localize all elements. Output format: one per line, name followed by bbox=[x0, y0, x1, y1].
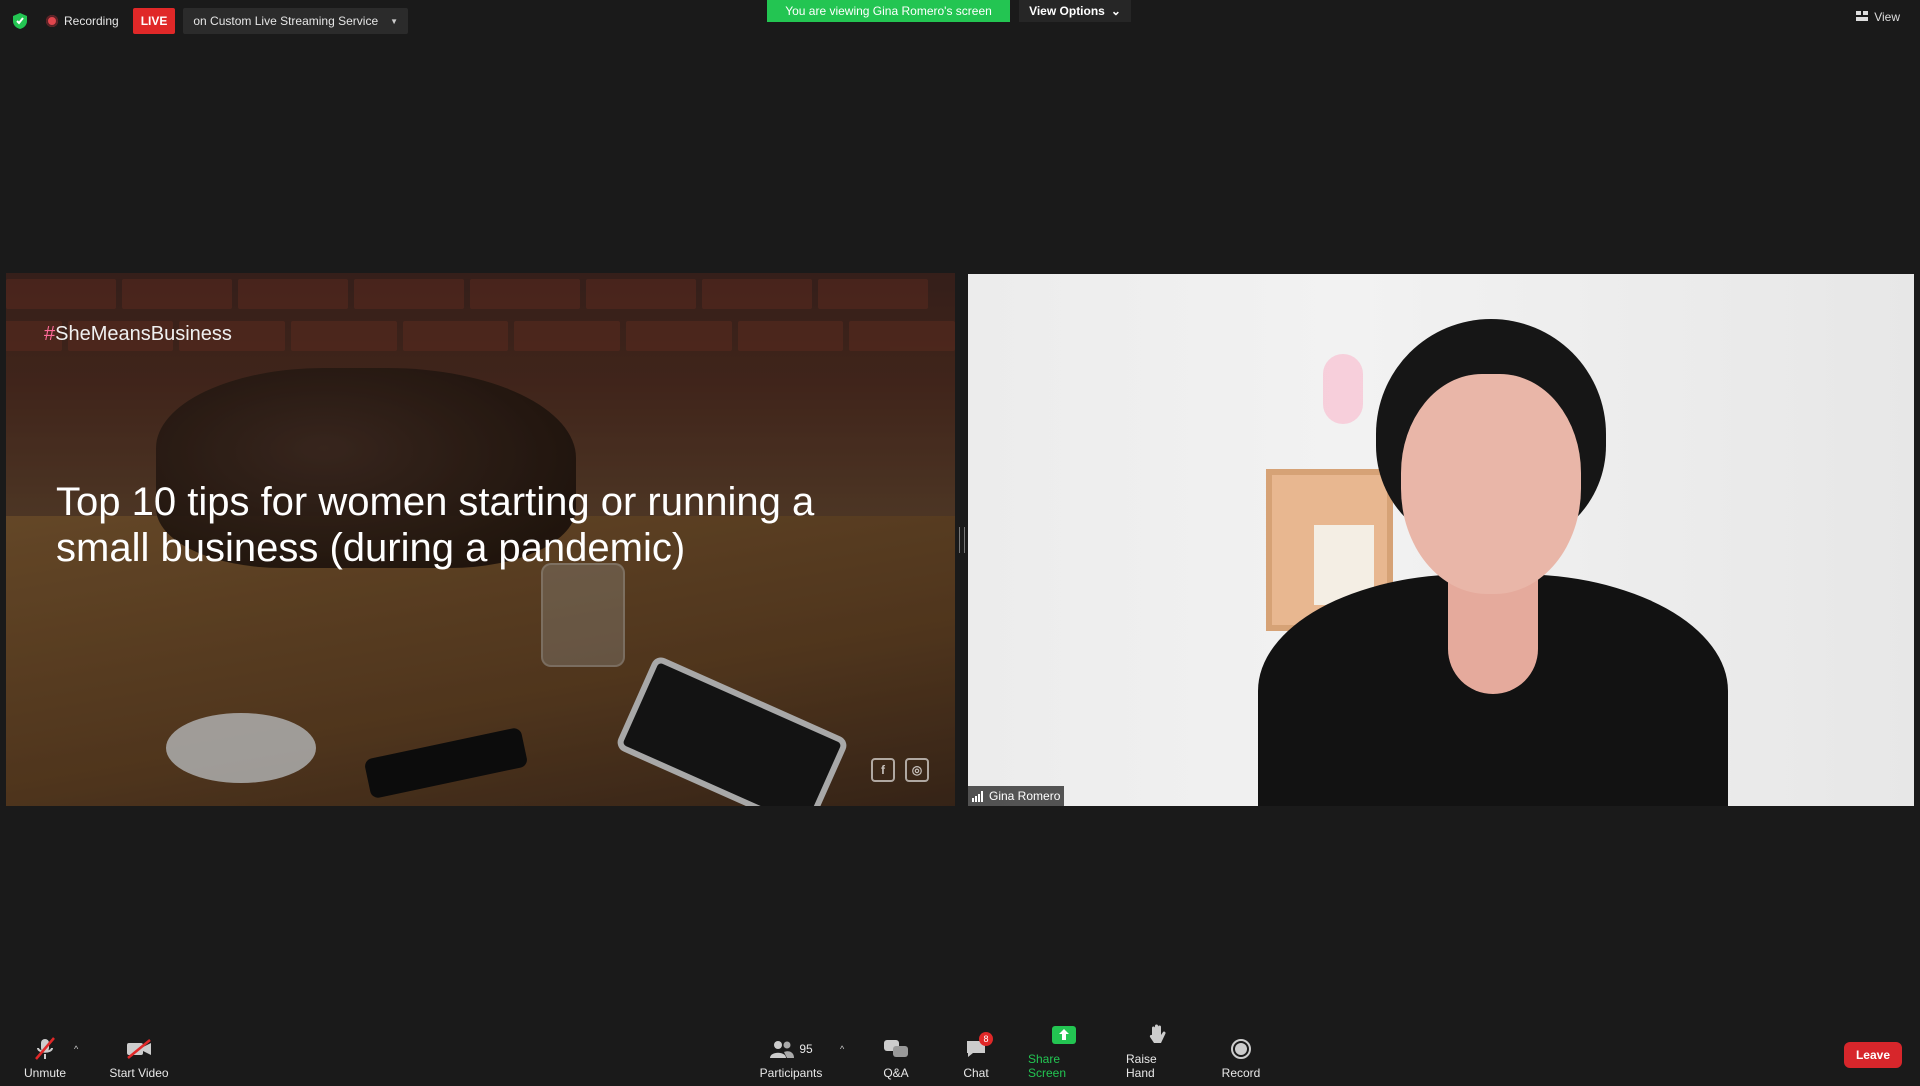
recording-label: Recording bbox=[64, 14, 119, 28]
view-options-label: View Options bbox=[1029, 4, 1105, 18]
chat-icon: 8 bbox=[963, 1032, 993, 1062]
shared-screen: #SheMeansBusiness Top 10 tips for women … bbox=[6, 273, 955, 806]
start-video-label: Start Video bbox=[109, 1066, 169, 1080]
video-off-icon bbox=[126, 1036, 152, 1062]
slide-hashtag: #SheMeansBusiness bbox=[44, 323, 232, 346]
participants-count: 95 bbox=[799, 1042, 813, 1056]
encryption-shield-icon[interactable] bbox=[10, 11, 30, 31]
social-icons: f ◎ bbox=[871, 758, 929, 782]
start-video-button[interactable]: Start Video bbox=[108, 1022, 170, 1086]
participants-options-caret-icon[interactable]: ^ bbox=[840, 1044, 844, 1054]
meeting-controls-toolbar: Unmute ^ Start Video 95 Participants ^ Q… bbox=[0, 1022, 1920, 1080]
hashtag-symbol: # bbox=[44, 323, 56, 345]
slide-title: Top 10 tips for women starting or runnin… bbox=[56, 480, 815, 570]
audio-options-caret-icon[interactable]: ^ bbox=[74, 1044, 78, 1054]
qa-icon bbox=[883, 1036, 909, 1062]
leave-button[interactable]: Leave bbox=[1843, 1042, 1902, 1068]
live-stream-dropdown[interactable]: on Custom Live Streaming Service ▼ bbox=[183, 8, 409, 34]
hashtag-text: SheMeansBusiness bbox=[55, 323, 232, 345]
share-screen-icon bbox=[1051, 1022, 1077, 1048]
participant-name-tag: Gina Romero bbox=[968, 786, 1065, 806]
instagram-icon: ◎ bbox=[905, 758, 929, 782]
record-icon bbox=[1228, 1036, 1254, 1062]
share-screen-button[interactable]: Share Screen bbox=[1028, 1022, 1100, 1086]
raise-hand-icon bbox=[1144, 1022, 1170, 1048]
participants-icon: 95 bbox=[765, 1036, 817, 1062]
split-view-resize-handle[interactable] bbox=[959, 527, 965, 553]
signal-strength-icon bbox=[972, 790, 983, 802]
raise-hand-label: Raise Hand bbox=[1126, 1052, 1157, 1080]
participant-name: Gina Romero bbox=[989, 789, 1061, 803]
viewing-screen-banner: You are viewing Gina Romero's screen bbox=[767, 0, 1010, 22]
participants-label: Participants bbox=[759, 1066, 823, 1080]
muted-microphone-icon bbox=[32, 1036, 58, 1062]
share-screen-label: Share Screen bbox=[1028, 1052, 1067, 1080]
record-button[interactable]: Record bbox=[1222, 1022, 1260, 1086]
chat-label: Chat bbox=[963, 1066, 989, 1080]
view-options-button[interactable]: View Options ⌄ bbox=[1019, 0, 1131, 22]
live-badge: LIVE bbox=[132, 8, 176, 34]
raise-hand-button[interactable]: Raise Hand bbox=[1126, 1022, 1188, 1086]
wall-ornament-image bbox=[1323, 354, 1363, 424]
facebook-icon: f bbox=[871, 758, 895, 782]
speaker-face bbox=[1401, 374, 1581, 594]
stream-service-label: on Custom Live Streaming Service bbox=[193, 14, 379, 28]
record-label: Record bbox=[1221, 1066, 1261, 1080]
meeting-status-bar: Recording LIVE on Custom Live Streaming … bbox=[10, 8, 409, 34]
chat-button[interactable]: 8 Chat bbox=[962, 1022, 993, 1086]
participants-button[interactable]: 95 Participants bbox=[758, 1022, 824, 1086]
caret-down-icon: ▼ bbox=[390, 16, 399, 26]
unmute-button[interactable]: Unmute bbox=[20, 1022, 70, 1086]
chat-unread-badge: 8 bbox=[979, 1032, 993, 1046]
recording-dot-icon bbox=[46, 15, 58, 27]
view-label: View bbox=[1874, 10, 1900, 24]
recording-indicator[interactable]: Recording bbox=[46, 14, 119, 28]
participant-video[interactable]: Gina Romero bbox=[968, 274, 1914, 806]
unmute-label: Unmute bbox=[23, 1066, 67, 1080]
qa-button[interactable]: Q&A bbox=[878, 1022, 914, 1086]
chevron-down-icon: ⌄ bbox=[1110, 4, 1121, 18]
grid-view-icon bbox=[1856, 10, 1869, 24]
qa-label: Q&A bbox=[883, 1066, 909, 1080]
view-button[interactable]: View bbox=[1856, 10, 1900, 24]
